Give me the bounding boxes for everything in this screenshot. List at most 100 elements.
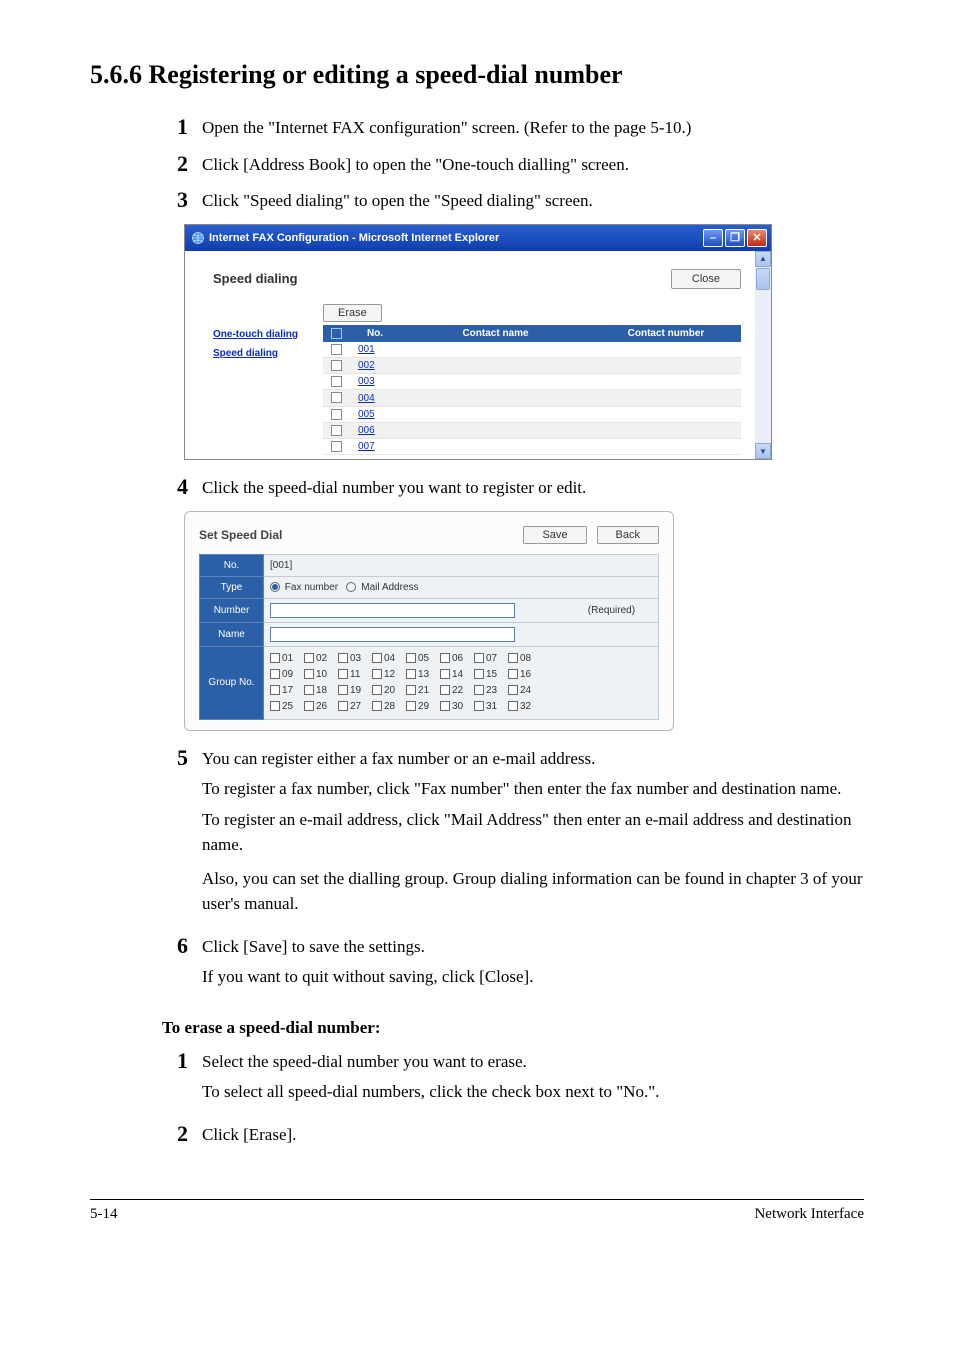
step-text: Click [Save] to save the settings. If yo… [202,933,533,996]
row-checkbox[interactable] [331,409,342,420]
column-contact-number: Contact number [591,325,741,342]
select-all-checkbox[interactable] [331,328,342,339]
maximize-button[interactable]: ❐ [725,229,745,247]
row-number-link[interactable]: 006 [358,425,375,436]
group-checkbox-label: 12 [384,669,395,680]
group-checkbox[interactable] [270,669,280,679]
group-checkbox-label: 27 [350,701,361,712]
group-checkbox[interactable] [474,701,484,711]
value-no: [001] [264,554,659,576]
sidebar-link-speed-dialing[interactable]: Speed dialing [213,348,323,359]
step-paragraph: Click [Erase]. [202,1123,296,1148]
group-checkbox[interactable] [338,669,348,679]
group-checkbox[interactable] [372,653,382,663]
group-checkbox[interactable] [440,669,450,679]
table-row: 005 [323,406,741,422]
step-text: Select the speed-dial number you want to… [202,1048,659,1111]
group-checkbox-label: 11 [350,669,360,680]
group-checkbox-label: 32 [520,701,531,712]
name-input[interactable] [270,627,515,642]
group-checkbox[interactable] [270,685,280,695]
sidebar: One-touch dialing Speed dialing [213,303,323,455]
group-checkbox-label: 04 [384,653,395,664]
group-checkbox[interactable] [474,653,484,663]
group-checkbox[interactable] [508,701,518,711]
group-checkbox[interactable] [304,685,314,695]
column-contact-name: Contact name [400,325,591,342]
group-checkbox-label: 24 [520,685,531,696]
group-checkbox[interactable] [440,653,450,663]
group-checkbox[interactable] [474,685,484,695]
footer-rule [90,1199,864,1200]
group-checkbox[interactable] [372,701,382,711]
row-checkbox[interactable] [331,441,342,452]
group-checkbox[interactable] [338,685,348,695]
row-number-link[interactable]: 003 [358,376,375,387]
group-checkbox[interactable] [508,669,518,679]
close-window-button[interactable]: ✕ [747,229,767,247]
radio-mail-address[interactable] [346,582,356,592]
save-button[interactable]: Save [523,526,586,544]
step-paragraph: To select all speed-dial numbers, click … [202,1080,659,1105]
step-number: 4 [160,474,188,501]
group-checkbox[interactable] [270,653,280,663]
table-row: 007 [323,438,741,454]
step-number: 1 [160,114,188,141]
row-checkbox[interactable] [331,344,342,355]
step-text: Click the speed-dial number you want to … [202,474,586,501]
group-checkbox[interactable] [508,685,518,695]
group-checkbox-label: 22 [452,685,463,696]
step-5: 5 You can register either a fax number o… [160,745,864,923]
group-checkbox-label: 14 [452,669,463,680]
row-checkbox[interactable] [331,360,342,371]
group-checkbox[interactable] [372,685,382,695]
radio-fax-number[interactable] [270,582,280,592]
group-checkbox-label: 09 [282,669,293,680]
group-checkbox-label: 10 [316,669,327,680]
group-checkbox[interactable] [338,653,348,663]
row-number-link[interactable]: 001 [358,344,375,355]
group-checkbox[interactable] [474,669,484,679]
scroll-down-button[interactable]: ▼ [755,443,771,459]
group-checkbox-label: 21 [418,685,429,696]
group-checkbox[interactable] [508,653,518,663]
row-number-link[interactable]: 007 [358,441,375,452]
group-checkbox[interactable] [338,701,348,711]
group-checkbox[interactable] [304,701,314,711]
erase-button[interactable]: Erase [323,304,382,322]
row-number-link[interactable]: 002 [358,360,375,371]
sidebar-link-one-touch[interactable]: One-touch dialing [213,329,323,340]
group-checkbox[interactable] [406,669,416,679]
step-number: 6 [160,933,188,996]
group-checkbox[interactable] [406,701,416,711]
group-checkbox[interactable] [304,669,314,679]
window-titlebar: Internet FAX Configuration - Microsoft I… [185,225,771,251]
scroll-thumb[interactable] [756,268,770,290]
group-checkbox[interactable] [270,701,280,711]
footer-section-title: Network Interface [754,1206,864,1223]
row-checkbox[interactable] [331,376,342,387]
row-number-link[interactable]: 005 [358,409,375,420]
group-checkbox[interactable] [304,653,314,663]
erase-step-2: 2 Click [Erase]. [160,1121,864,1154]
back-button[interactable]: Back [597,526,659,544]
group-checkbox[interactable] [406,653,416,663]
table-row: 004 [323,390,741,406]
group-checkbox[interactable] [440,701,450,711]
number-input[interactable] [270,603,515,618]
close-button[interactable]: Close [671,269,741,289]
table-row: 006 [323,422,741,438]
row-checkbox[interactable] [331,425,342,436]
minimize-button[interactable]: – [703,229,723,247]
dialog-title: Set Speed Dial [199,528,282,542]
group-checkbox[interactable] [440,685,450,695]
label-no: No. [200,554,264,576]
row-number-link[interactable]: 004 [358,393,375,404]
group-checkbox-label: 26 [316,701,327,712]
step-number: 1 [160,1048,188,1111]
group-checkbox[interactable] [406,685,416,695]
row-checkbox[interactable] [331,392,342,403]
group-checkbox[interactable] [372,669,382,679]
scroll-up-button[interactable]: ▲ [755,251,771,267]
scrollbar[interactable]: ▲ ▼ [755,251,771,459]
